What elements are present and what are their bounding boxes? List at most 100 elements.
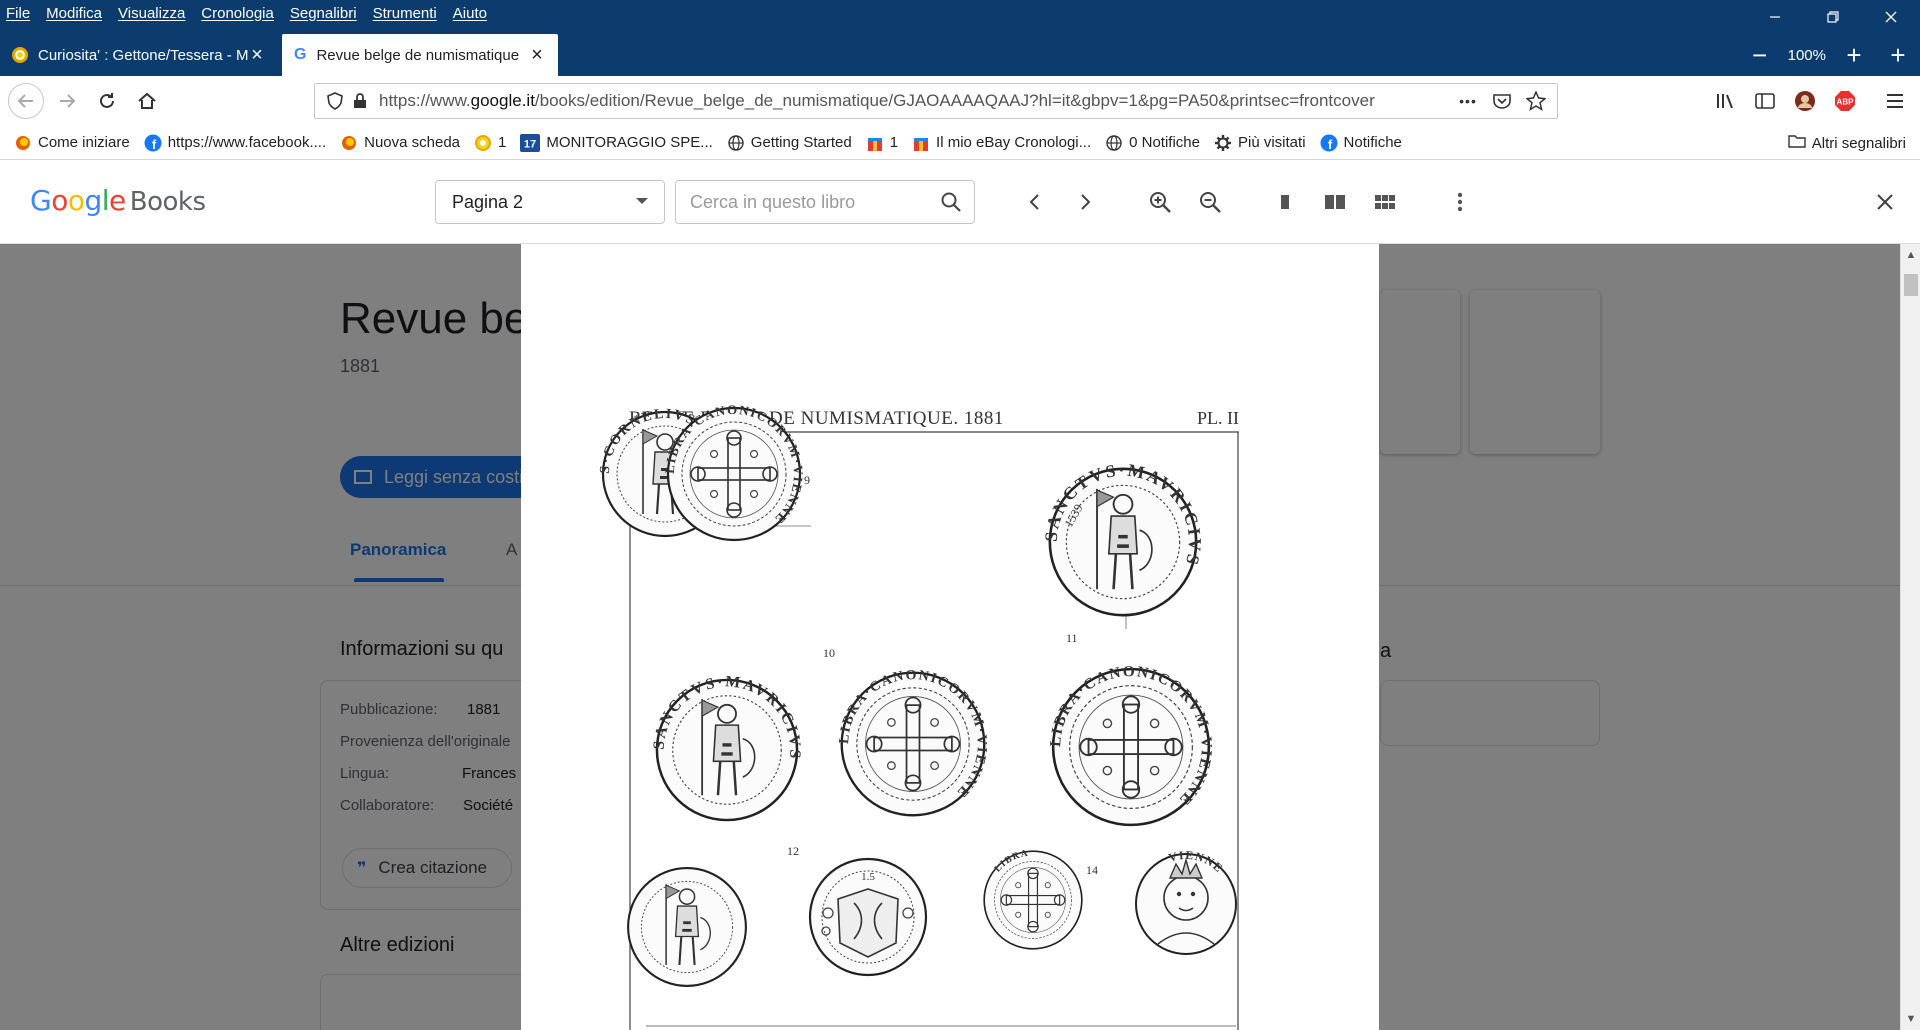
facebook-icon: f — [144, 134, 162, 152]
sidebar-icon — [1755, 93, 1775, 109]
zoom-out-page-button[interactable] — [1195, 187, 1225, 217]
two-page-view-button[interactable] — [1320, 187, 1350, 217]
page-select-value: Pagina 2 — [452, 191, 524, 212]
bookmark-1-gift[interactable]: 1 — [866, 134, 898, 152]
gear-icon — [1214, 134, 1232, 152]
shield-icon — [327, 92, 343, 110]
gift-icon — [912, 134, 930, 152]
library-button[interactable] — [1708, 84, 1742, 118]
svg-text:ABP: ABP — [1837, 98, 1855, 107]
page-actions-button[interactable]: ••• — [1453, 84, 1483, 118]
svg-text:f: f — [1327, 137, 1332, 152]
zoom-level[interactable]: 100% — [1782, 47, 1832, 64]
dropdown-caret-icon — [636, 198, 648, 204]
chevron-left-icon — [1029, 194, 1039, 210]
zoom-in-page-button[interactable] — [1145, 187, 1175, 217]
bookmark-piu-visitati[interactable]: Più visitati — [1214, 134, 1306, 152]
books-wordmark: Books — [129, 187, 206, 217]
hamburger-menu-icon — [1887, 94, 1903, 108]
bookmark-label: 1 — [498, 134, 507, 151]
back-button[interactable] — [8, 83, 44, 119]
navigation-bar: https://www.google.it/books/edition/Revu… — [0, 76, 1920, 126]
book-search-input[interactable] — [690, 191, 930, 213]
zoom-out-icon — [1200, 192, 1221, 213]
bookmark-ebay[interactable]: Il mio eBay Cronologi... — [912, 134, 1091, 152]
bookmark-facebook[interactable]: f https://www.facebook.... — [144, 134, 326, 152]
more-vertical-icon — [1457, 192, 1463, 212]
reload-button[interactable] — [90, 84, 124, 118]
url-bar[interactable]: https://www.google.it/books/edition/Revu… — [314, 83, 1558, 119]
yellow-circle-icon — [12, 47, 28, 63]
other-bookmarks-label: Altri segnalibri — [1811, 134, 1906, 152]
single-page-view-button[interactable] — [1270, 187, 1300, 217]
scroll-up-icon[interactable]: ▲ — [1901, 246, 1920, 264]
plate-number-10: 10 — [823, 646, 835, 660]
svg-text:f: f — [152, 137, 157, 152]
two-page-icon — [1325, 195, 1345, 209]
new-tab-button[interactable]: + — [1876, 42, 1920, 68]
coin-10-reverse: LIBRA·CANONICORVM·VIENNE — [836, 667, 988, 817]
bookmark-label: Getting Started — [750, 134, 852, 151]
page-scrollbar[interactable]: ▲ ▼ — [1900, 244, 1920, 1030]
profile-avatar-button[interactable] — [1788, 84, 1822, 118]
scrollbar-thumb[interactable] — [1904, 274, 1918, 296]
bookmark-label: 0 Notifiche — [1129, 134, 1200, 151]
close-viewer-button[interactable] — [1870, 187, 1900, 217]
menu-file[interactable]: File — [0, 5, 38, 22]
coin-14: VIENNE — [1135, 849, 1237, 955]
close-tab-icon[interactable]: × — [528, 45, 546, 65]
bookmark-come-iniziare[interactable]: Come iniziare — [14, 134, 130, 152]
tab-curiosita[interactable]: Curiosita' : Gettone/Tessera - M × — [0, 34, 278, 76]
url-text[interactable]: https://www.google.it/books/edition/Revu… — [379, 91, 1375, 111]
url-domain: google.it — [470, 91, 535, 110]
home-button[interactable] — [130, 84, 164, 118]
page-select[interactable]: Pagina 2 — [435, 180, 665, 224]
reload-icon — [100, 93, 114, 108]
bookmark-notifiche[interactable]: f Notifiche — [1320, 134, 1402, 152]
menu-segnalibri[interactable]: Segnalibri — [282, 5, 365, 22]
google-books-logo[interactable]: Google Books — [30, 184, 206, 217]
book-page-viewer[interactable]: REVUE BELGE DE NUMISMATIQUE. 1881 PL. II… — [521, 244, 1379, 1030]
menu-visualizza[interactable]: Visualizza — [110, 5, 193, 22]
menu-aiuto[interactable]: Aiuto — [445, 5, 495, 22]
adblock-plus-button[interactable]: ABP — [1828, 84, 1862, 118]
coin-legend: 1.5 — [861, 871, 875, 883]
more-options-button[interactable] — [1445, 187, 1475, 217]
hamburger-menu-button[interactable] — [1878, 84, 1912, 118]
plate-header-right: PL. II — [1197, 408, 1239, 428]
close-tab-icon[interactable]: × — [248, 45, 266, 65]
bookmark-notifiche-0[interactable]: 0 Notifiche — [1105, 134, 1200, 152]
coin-11-reverse: LIBRA·CANONICORVM·VIENNE — [1047, 663, 1213, 827]
gift-icon — [866, 134, 884, 152]
next-page-button[interactable] — [1070, 187, 1100, 217]
close-icon — [1877, 194, 1893, 210]
pocket-button[interactable] — [1487, 84, 1517, 118]
bookmark-monitoraggio[interactable]: 17 MONITORAGGIO SPE... — [520, 133, 713, 152]
tab-bar: Curiosita' : Gettone/Tessera - M × G Rev… — [0, 26, 1920, 76]
menu-bar: File Modifica Visualizza Cronologia Segn… — [0, 0, 1920, 26]
menu-strumenti[interactable]: Strumenti — [365, 5, 445, 22]
sidebar-button[interactable] — [1748, 84, 1782, 118]
bookmark-label: Nuova scheda — [364, 134, 461, 151]
other-bookmarks[interactable]: Altri segnalibri — [1788, 126, 1906, 160]
menu-cronologia[interactable]: Cronologia — [193, 5, 282, 22]
menu-modifica[interactable]: Modifica — [38, 5, 110, 22]
book-search-box[interactable] — [675, 180, 975, 224]
bookmark-label: Il mio eBay Cronologi... — [936, 134, 1092, 151]
zoom-in-button[interactable]: + — [1832, 42, 1876, 68]
bookmark-nuova-scheda[interactable]: Nuova scheda — [340, 134, 460, 152]
plate-number-14: 14 — [1086, 863, 1098, 877]
scroll-down-icon[interactable]: ▼ — [1901, 1010, 1920, 1028]
bookmark-1-yellow[interactable]: 1 — [474, 134, 506, 152]
search-icon[interactable] — [940, 191, 962, 218]
tab-revue-belge[interactable]: G Revue belge de numismatique × — [282, 34, 558, 76]
books-toolbar: Google Books Pagina 2 — [0, 160, 1920, 244]
bookmark-star-button[interactable] — [1521, 84, 1551, 118]
bookmark-getting-started[interactable]: Getting Started — [727, 134, 852, 152]
coin-12-obverse — [627, 867, 747, 987]
coin-12-reverse: 1.5 — [808, 857, 928, 977]
grid-view-button[interactable] — [1370, 187, 1400, 217]
previous-page-button[interactable] — [1020, 187, 1050, 217]
zoom-out-button[interactable]: − — [1738, 42, 1782, 68]
forward-button[interactable] — [50, 84, 84, 118]
